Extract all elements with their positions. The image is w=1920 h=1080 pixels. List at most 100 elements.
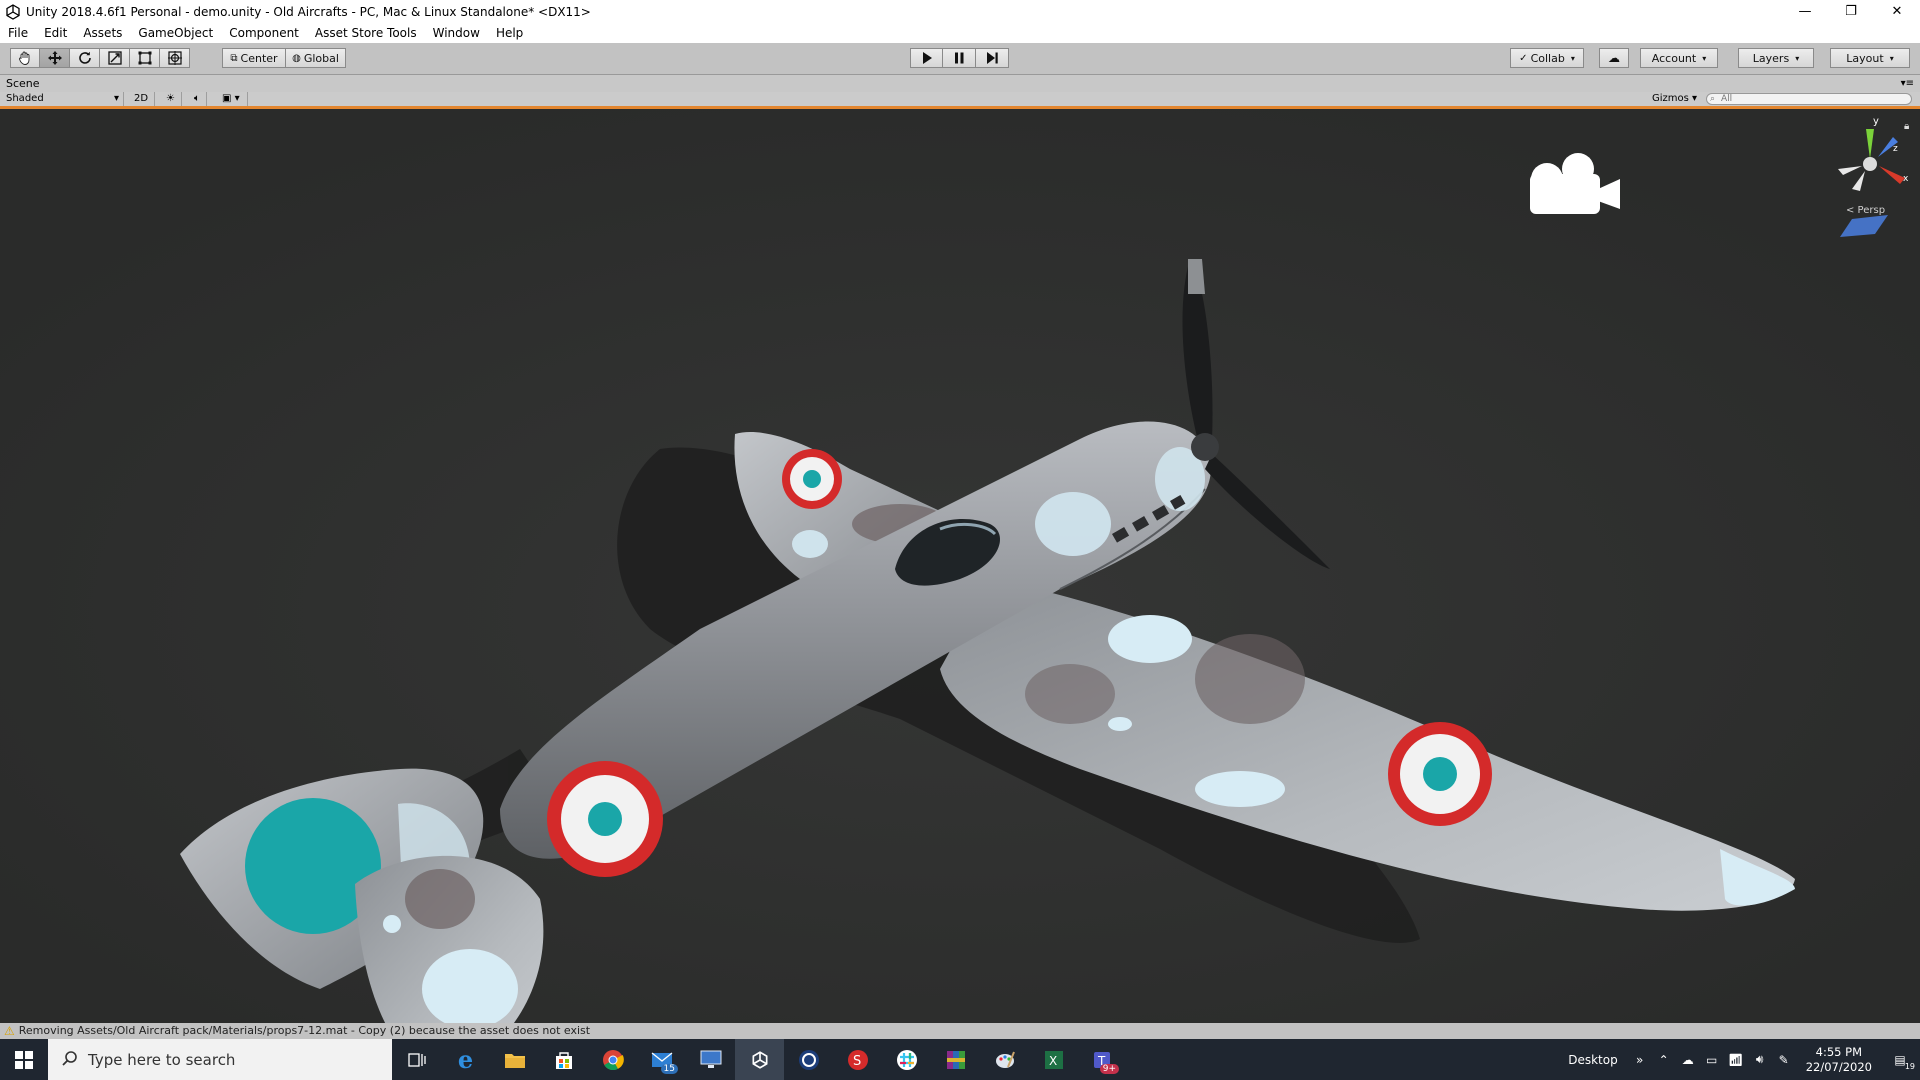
wifi-icon[interactable]: 📶︎ (1724, 1053, 1748, 1067)
scene-tab[interactable]: Scene ▾≡ (0, 75, 1920, 92)
minimize-button[interactable]: — (1782, 0, 1828, 23)
scale-tool-button[interactable] (100, 48, 130, 68)
rect-transform-icon (138, 51, 151, 65)
account-group: Account (1640, 48, 1718, 68)
layers-dropdown[interactable]: Layers (1738, 48, 1814, 68)
play-icon (922, 52, 932, 64)
rect-tool-button[interactable] (130, 48, 160, 68)
play-controls (910, 48, 1009, 68)
warning-icon: ⚠ (4, 1024, 15, 1038)
console-status-bar[interactable]: ⚠ Removing Assets/Old Aircraft pack/Mate… (0, 1023, 1920, 1039)
step-button[interactable] (976, 48, 1009, 68)
teams-badge: 9+ (1099, 1064, 1119, 1074)
battery-icon[interactable]: ▭ (1700, 1053, 1724, 1067)
notification-count: 19 (1904, 1061, 1915, 1071)
layout-dropdown[interactable]: Layout (1830, 48, 1910, 68)
gizmos-label: Gizmos (1652, 93, 1689, 104)
clock[interactable]: 4:55 PM 22/07/2020 (1806, 1045, 1872, 1075)
menu-window[interactable]: Window (425, 26, 488, 40)
close-button[interactable]: ✕ (1874, 0, 1920, 23)
clock-date: 22/07/2020 (1805, 1059, 1872, 1074)
pivot-toggles: ⧉ Center ◍ Global (222, 48, 346, 68)
unity-logo-icon (6, 3, 20, 20)
tab-menu-icon[interactable]: ▾≡ (1901, 75, 1914, 92)
taskbar-search-input[interactable]: Type here to search (48, 1039, 392, 1080)
cloud-icon: ☁ (1608, 51, 1620, 65)
audio-toggle[interactable]: 🔈︎ (188, 92, 207, 106)
layout-label: Layout (1846, 51, 1884, 65)
transform-combined-icon (167, 51, 182, 65)
axis-x-label: x (1903, 174, 1909, 184)
restore-button[interactable]: ❐ (1828, 0, 1874, 23)
gizmos-dropdown[interactable]: Gizmos ▾ (1652, 92, 1697, 106)
chevron-up-icon[interactable]: ⌃ (1652, 1053, 1676, 1067)
transform-tools (10, 48, 190, 68)
globe-icon: ◍ (292, 52, 301, 64)
cloud-sync-icon[interactable]: ☁ (1676, 1053, 1700, 1067)
pause-button[interactable] (943, 48, 976, 68)
main-toolbar: ⧉ Center ◍ Global ✓ Collab ☁ Account (0, 43, 1920, 75)
play-button[interactable] (910, 48, 943, 68)
move-tool-button[interactable] (40, 48, 70, 68)
store-icon[interactable] (539, 1039, 588, 1080)
shading-mode-dropdown[interactable]: Shaded ▾ (0, 92, 124, 106)
task-view-icon[interactable] (392, 1039, 441, 1080)
mail-icon[interactable]: 15 (637, 1039, 686, 1080)
pen-icon[interactable]: ✎ (1772, 1053, 1796, 1067)
substance-icon[interactable]: S (833, 1039, 882, 1080)
pivot-icon: ⧉ (230, 52, 238, 64)
double-chevron-icon[interactable]: » (1628, 1053, 1652, 1067)
notification-center-icon[interactable]: ▤ 19 (1888, 1053, 1915, 1071)
transform-tool-button[interactable] (160, 48, 190, 68)
start-button[interactable] (0, 1039, 48, 1080)
system-tray: Desktop » ⌃ ☁ ▭ 📶︎ 🔊︎ ✎ 4:55 PM 22/07/20… (1568, 1039, 1920, 1080)
desktop-toolbar[interactable]: Desktop (1568, 1053, 1618, 1067)
toggle-2d-button[interactable]: 2D (128, 92, 156, 106)
scale-icon (107, 51, 122, 65)
rotate-tool-button[interactable] (70, 48, 100, 68)
menu-edit[interactable]: Edit (36, 26, 75, 40)
scene-viewport[interactable]: y z x < Persp 🔒︎ (0, 109, 1920, 1023)
layout-group: Layout (1830, 48, 1910, 68)
window-title-bar: Unity 2018.4.6f1 Personal - demo.unity -… (0, 0, 1920, 23)
account-dropdown[interactable]: Account (1640, 48, 1718, 68)
teams-icon[interactable]: T 9+ (1078, 1039, 1127, 1080)
lock-icon[interactable]: 🔒︎ (1904, 121, 1909, 132)
file-explorer-icon[interactable] (490, 1039, 539, 1080)
chrome-icon[interactable] (588, 1039, 637, 1080)
edge-icon[interactable]: e (441, 1039, 490, 1080)
menu-gameobject[interactable]: GameObject (130, 26, 221, 40)
clock-time: 4:55 PM (1815, 1044, 1863, 1059)
effects-dropdown[interactable]: ▣ ▾ (216, 92, 248, 106)
cloud-group: ☁ (1599, 48, 1629, 68)
slack-icon[interactable] (882, 1039, 931, 1080)
cinema4d-icon[interactable] (784, 1039, 833, 1080)
mode-2d-label: 2D (134, 93, 149, 104)
unity-icon[interactable] (735, 1039, 784, 1080)
paint-icon[interactable] (980, 1039, 1029, 1080)
collab-dropdown[interactable]: ✓ Collab (1510, 48, 1584, 68)
move-arrows-icon (47, 51, 62, 65)
menu-asset-store-tools[interactable]: Asset Store Tools (307, 26, 425, 40)
sun-icon: ☀ (166, 93, 175, 104)
remote-desktop-icon[interactable] (686, 1039, 735, 1080)
hand-tool-button[interactable] (10, 48, 40, 68)
collab-group: ✓ Collab (1510, 48, 1584, 68)
pivot-center-label: Center (240, 51, 278, 65)
excel-icon[interactable]: X (1029, 1039, 1078, 1080)
menu-file[interactable]: File (0, 26, 36, 40)
projection-label[interactable]: < Persp (1846, 205, 1885, 216)
lighting-toggle[interactable]: ☀ (160, 92, 182, 106)
menu-help[interactable]: Help (488, 26, 531, 40)
menu-assets[interactable]: Assets (75, 26, 130, 40)
volume-icon[interactable]: 🔊︎ (1748, 1052, 1772, 1067)
scene-tab-label: Scene (6, 77, 40, 90)
taskbar-search-placeholder: Type here to search (88, 1050, 236, 1069)
winrar-icon[interactable] (931, 1039, 980, 1080)
pivot-center-button[interactable]: ⧉ Center (222, 48, 286, 68)
scene-search-input[interactable]: ⌕ All (1706, 93, 1912, 105)
cloud-services-button[interactable]: ☁ (1599, 48, 1629, 68)
console-message: Removing Assets/Old Aircraft pack/Materi… (18, 1024, 591, 1037)
pivot-global-button[interactable]: ◍ Global (286, 48, 346, 68)
menu-component[interactable]: Component (221, 26, 307, 40)
